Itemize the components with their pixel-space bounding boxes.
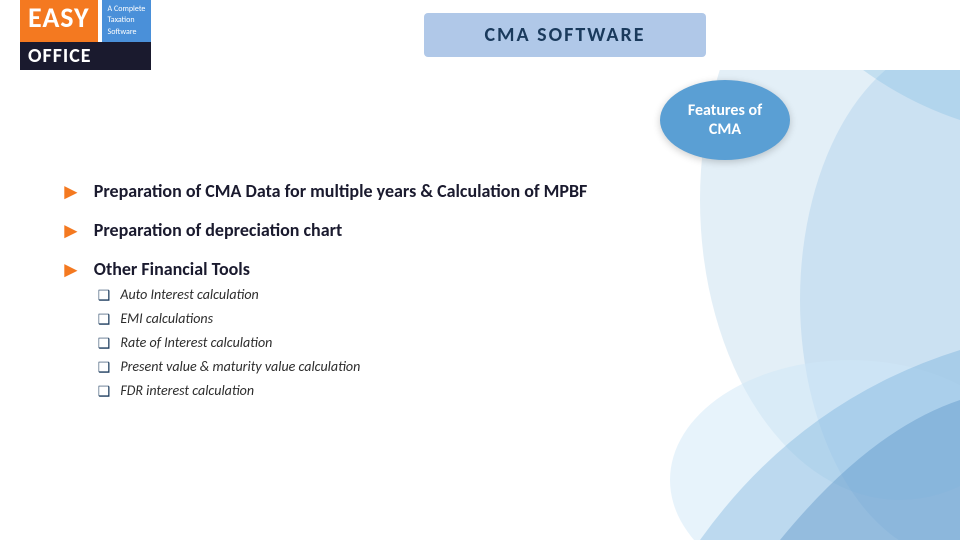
list-item: ❑ Rate of Interest calculation — [98, 334, 361, 352]
sub-bullet-icon: ❑ — [98, 287, 111, 304]
sub-bullet-icon: ❑ — [98, 383, 111, 400]
sub-bullet-icon: ❑ — [98, 311, 111, 328]
sub-item-text: EMI calculations — [120, 310, 213, 327]
features-oval-line1: Features of — [688, 101, 762, 120]
logo-tagline: A Complete Taxation Software — [102, 0, 152, 42]
features-oval-container: Features of CMA — [60, 80, 910, 160]
bullet-arrow-icon: ► — [60, 217, 82, 244]
list-item: ❑ FDR interest calculation — [98, 382, 361, 400]
list-item: ❑ EMI calculations — [98, 310, 361, 328]
sub-item-text: FDR interest calculation — [120, 382, 254, 399]
sub-bullet-icon: ❑ — [98, 335, 111, 352]
bullet-text: Preparation of CMA Data for multiple yea… — [94, 180, 588, 202]
logo-office-text: OFFICE — [20, 42, 151, 70]
bullet-text: Other Financial Tools — [94, 258, 250, 280]
bullet-arrow-icon: ► — [60, 256, 82, 283]
bullet-text: Preparation of depreciation chart — [94, 219, 342, 241]
sub-item-text: Auto Interest calculation — [120, 286, 258, 303]
features-oval-line2: CMA — [688, 120, 762, 139]
sub-item-text: Present value & maturity value calculati… — [120, 358, 360, 375]
list-item: ► Other Financial Tools ❑ Auto Interest c… — [60, 258, 910, 406]
logo-easy-text: EASY — [20, 0, 98, 42]
bullet-arrow-icon: ► — [60, 178, 82, 205]
features-oval: Features of CMA — [660, 80, 790, 160]
page-title: CMA SOFTWARE — [424, 13, 705, 57]
sub-bullet-icon: ❑ — [98, 359, 111, 376]
sub-item-text: Rate of Interest calculation — [120, 334, 272, 351]
header: EASY A Complete Taxation Software OFFICE… — [0, 0, 960, 70]
list-item: ❑ Auto Interest calculation — [98, 286, 361, 304]
sub-list: ❑ Auto Interest calculation ❑ EMI calculati… — [98, 286, 361, 400]
main-content: Features of CMA ► Preparation of CMA Dat… — [0, 70, 960, 430]
list-item: ► Preparation of CMA Data for multiple y… — [60, 180, 910, 205]
list-item: ► Preparation of depreciation chart — [60, 219, 910, 244]
logo: EASY A Complete Taxation Software OFFICE — [20, 0, 190, 70]
title-bar: CMA SOFTWARE — [190, 13, 940, 57]
bullet-list: ► Preparation of CMA Data for multiple y… — [60, 180, 910, 406]
list-item: ❑ Present value & maturity value calculat… — [98, 358, 361, 376]
